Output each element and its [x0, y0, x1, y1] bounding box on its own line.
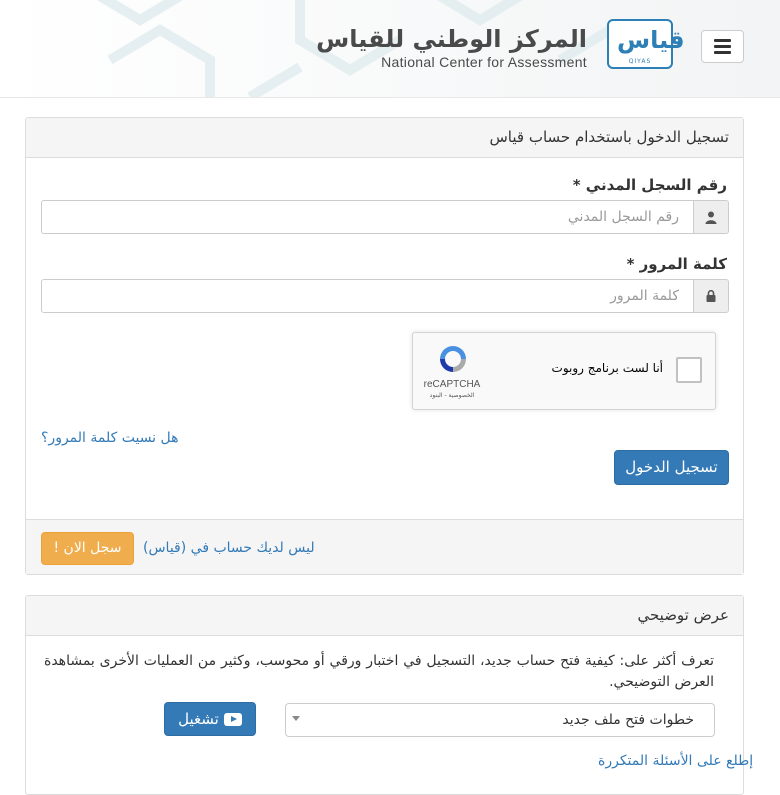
site-header: قياس QIYAS المركز الوطني للقياس National…	[0, 0, 780, 98]
login-panel-title: تسجيل الدخول باستخدام حساب قياس	[26, 118, 743, 158]
logo-glyph: قياس	[617, 26, 685, 54]
login-panel-footer: سجل الان ! ليس لديك حساب في (قياس)	[26, 519, 743, 574]
national-id-label: رقم السجل المدني *	[572, 176, 727, 194]
password-label: كلمة المرور *	[626, 255, 727, 273]
login-panel: تسجيل الدخول باستخدام حساب قياس رقم السج…	[25, 117, 744, 575]
demo-description: تعرف أكثر على: كيفية فتح حساب جديد، التس…	[44, 653, 714, 690]
recaptcha-checkbox-label: أنا لست برنامج روبوت	[551, 361, 663, 375]
demo-video-select[interactable]: خطوات فتح ملف جديد	[285, 703, 715, 737]
menu-button[interactable]	[701, 30, 744, 63]
user-icon	[693, 201, 728, 233]
faq-link[interactable]: إطلع على الأسئلة المتكررة	[598, 753, 753, 769]
chevron-down-icon	[292, 716, 300, 721]
qiyas-logo[interactable]: قياس QIYAS	[607, 19, 685, 69]
password-input-group	[41, 279, 729, 313]
demo-panel: عرض توضيحي تعرف أكثر على: كيفية فتح حساب…	[25, 595, 753, 795]
password-input[interactable]	[43, 280, 693, 312]
demo-select-value: خطوات فتح ملف جديد	[562, 712, 694, 728]
register-now-button[interactable]: سجل الان !	[41, 532, 134, 565]
recaptcha-links[interactable]: الخصوصية - البنود	[413, 392, 491, 399]
youtube-play-icon	[223, 713, 242, 726]
hamburger-menu-icon	[714, 39, 731, 42]
brand-name-english: National Center for Assessment	[381, 54, 587, 70]
recaptcha-logo-icon	[440, 346, 466, 372]
demo-panel-title: عرض توضيحي	[26, 596, 743, 636]
national-id-input[interactable]	[43, 201, 693, 233]
national-id-input-group	[41, 200, 729, 234]
forgot-password-link[interactable]: هل نسيت كلمة المرور؟	[41, 430, 179, 446]
recaptcha-checkbox[interactable]	[676, 357, 702, 383]
no-account-text[interactable]: ليس لديك حساب في (قياس)	[143, 540, 315, 556]
play-label: تشغيل	[178, 710, 219, 728]
brand-name-arabic: المركز الوطني للقياس	[316, 25, 587, 53]
lock-icon	[693, 280, 728, 312]
logo-subtext: QIYAS	[628, 58, 652, 65]
play-demo-button[interactable]: تشغيل	[164, 702, 256, 736]
recaptcha-brand: reCAPTCHA	[423, 379, 481, 390]
recaptcha-widget: أنا لست برنامج روبوت reCAPTCHA الخصوصية …	[412, 332, 716, 410]
login-button[interactable]: تسجيل الدخول	[614, 450, 729, 485]
